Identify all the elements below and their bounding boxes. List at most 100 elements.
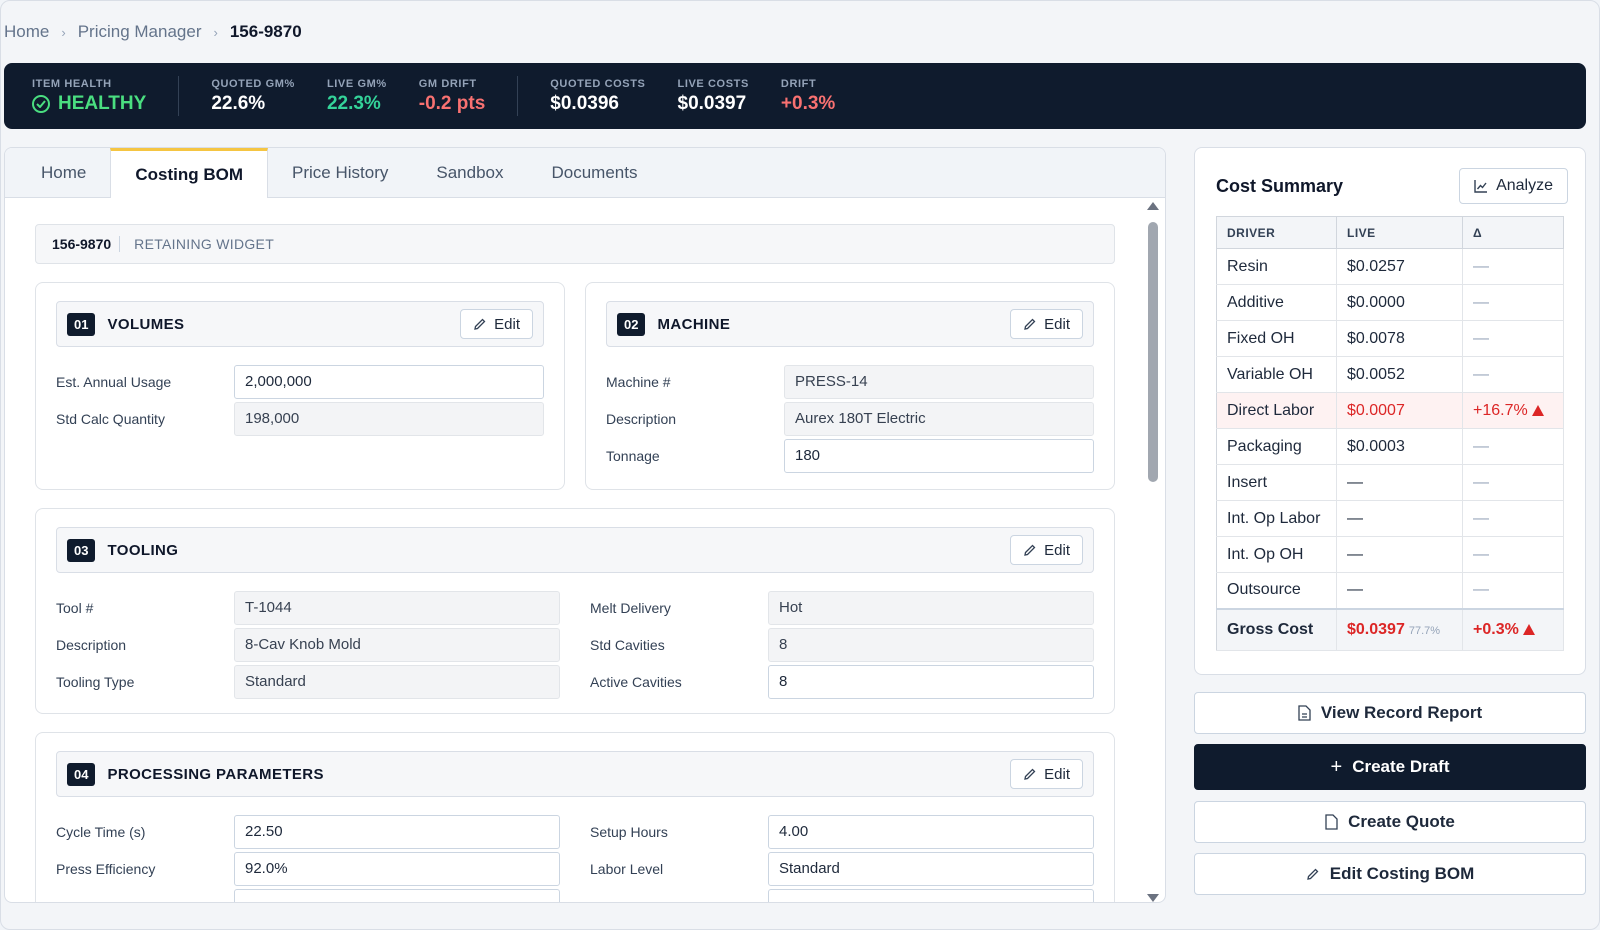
scroll-up-arrow-icon[interactable] — [1147, 202, 1159, 210]
breadcrumb-current: 156-9870 — [229, 22, 302, 41]
melt-delivery-field: Hot — [768, 590, 1094, 625]
driver-cell: Insert — [1216, 464, 1337, 501]
metric-gm-drift: GM DRIFT -0.2 pts — [419, 78, 486, 115]
section-title: MACHINE — [657, 315, 731, 333]
field-label: Description — [606, 410, 677, 427]
metric-label: QUOTED COSTS — [550, 77, 646, 90]
button-label: Edit Costing BOM — [1329, 864, 1475, 883]
item-description: RETAINING WIDGET — [134, 236, 275, 252]
breadcrumb-pricing-manager[interactable]: Pricing Manager — [78, 22, 202, 42]
active-cavities-input[interactable]: 8 — [768, 664, 1094, 699]
next-field-input[interactable] — [768, 888, 1094, 902]
total-delta-value: +0.3% — [1473, 620, 1519, 638]
field-label: Cycle Time (s) — [56, 823, 146, 840]
annual-usage-input[interactable]: 2,000,000 — [234, 364, 544, 399]
metric-label: DRIFT — [780, 77, 817, 90]
next-field-input[interactable] — [234, 888, 560, 902]
press-efficiency-input[interactable]: 92.0% — [234, 851, 560, 886]
tab-costing-bom[interactable]: Costing BOM — [110, 148, 269, 198]
table-row: Insert — — — [1216, 464, 1564, 501]
analyze-label: Analyze — [1496, 177, 1553, 194]
breadcrumb-home[interactable]: Home — [4, 22, 49, 42]
create-quote-button[interactable]: Create Quote — [1194, 801, 1586, 843]
chevron-right-icon: › — [213, 24, 218, 40]
view-record-report-button[interactable]: View Record Report — [1194, 692, 1586, 734]
edit-costing-bom-button[interactable]: Edit Costing BOM — [1194, 853, 1586, 895]
tab-sandbox[interactable]: Sandbox — [412, 149, 527, 197]
driver-cell: Fixed OH — [1216, 320, 1337, 357]
analyze-button[interactable]: Analyze — [1459, 168, 1568, 204]
live-cell: $0.0000 — [1336, 284, 1463, 321]
create-draft-button[interactable]: + Create Draft — [1194, 744, 1586, 790]
metric-value: -0.2 pts — [418, 92, 486, 114]
delta-cell: — — [1462, 284, 1564, 321]
chevron-right-icon: › — [61, 24, 66, 40]
metric-label: QUOTED GM% — [211, 77, 295, 90]
edit-label: Edit — [1044, 315, 1070, 333]
field-label: Est. Annual Usage — [56, 373, 172, 390]
scroll-thumb[interactable] — [1148, 222, 1158, 482]
labor-level-input[interactable]: Standard — [768, 851, 1094, 886]
tab-home[interactable]: Home — [17, 149, 110, 197]
vertical-scrollbar[interactable] — [1147, 202, 1159, 902]
item-header: 156-9870 RETAINING WIDGET — [35, 224, 1115, 264]
std-cavities-field: 8 — [768, 627, 1094, 662]
metric-value: $0.0396 — [550, 92, 619, 114]
scroll-down-arrow-icon[interactable] — [1147, 894, 1159, 902]
item-number: 156-9870 — [52, 236, 121, 252]
health-status: HEALTHY — [32, 93, 146, 115]
table-row: Additive $0.0000 — — [1216, 284, 1564, 321]
setup-hours-input[interactable]: 4.00 — [768, 814, 1094, 849]
button-label: Create Draft — [1352, 757, 1450, 776]
processing-edit-button[interactable]: Edit — [1010, 759, 1083, 789]
section-number-badge: 01 — [67, 312, 96, 336]
total-live-value: $0.0397 — [1347, 620, 1405, 638]
card-header: 03 TOOLING Edit — [56, 527, 1094, 573]
live-cell: — — [1336, 536, 1463, 573]
tab-documents[interactable]: Documents — [528, 149, 662, 197]
document-text-icon — [1298, 705, 1311, 721]
tab-price-history[interactable]: Price History — [268, 149, 412, 197]
delta-cell: — — [1462, 320, 1564, 357]
field-label: Press Efficiency — [56, 860, 156, 877]
machine-edit-button[interactable]: Edit — [1010, 309, 1083, 339]
column-header: Δ — [1462, 216, 1564, 249]
total-percent: 77.7% — [1408, 624, 1441, 637]
field-label: Machine # — [606, 373, 671, 390]
table-row: Packaging $0.0003 — — [1216, 428, 1564, 465]
pencil-icon — [1306, 868, 1319, 880]
processing-card: 04 PROCESSING PARAMETERS Edit Cycle Time… — [35, 732, 1115, 902]
field-label: Labor Level — [590, 860, 664, 877]
tab-bar: Home Costing BOM Price History Sandbox D… — [5, 148, 1165, 198]
tonnage-input[interactable]: 180 — [784, 438, 1094, 473]
delta-cell: — — [1462, 464, 1564, 501]
metric-live-costs: LIVE COSTS $0.0397 — [678, 78, 749, 115]
metric-live-gm: LIVE GM% 22.3% — [327, 78, 387, 115]
live-cell: $0.0257 — [1336, 248, 1463, 285]
driver-cell: Outsource — [1216, 572, 1337, 609]
chart-line-icon — [1474, 180, 1488, 193]
field-label: Melt Delivery — [590, 599, 671, 616]
field-label: Active Cavities — [590, 673, 682, 690]
field-label: Tonnage — [606, 447, 660, 464]
metric-value: 22.6% — [211, 92, 266, 114]
metric-quoted-gm: QUOTED GM% 22.6% — [211, 78, 295, 115]
volumes-edit-button[interactable]: Edit — [460, 309, 533, 339]
driver-cell: Packaging — [1216, 428, 1337, 465]
total-live-cell: $0.0397 77.7% — [1336, 607, 1463, 651]
pencil-icon — [1024, 544, 1036, 556]
table-row: Int. Op Labor — — — [1216, 500, 1564, 537]
field-label: Std Calc Quantity — [56, 410, 165, 427]
delta-cell: +16.7% — [1462, 392, 1564, 429]
section-title: TOOLING — [107, 541, 179, 559]
field-label: Std Cavities — [590, 636, 665, 653]
edit-label: Edit — [494, 315, 520, 333]
pencil-icon — [474, 318, 486, 330]
tooling-edit-button[interactable]: Edit — [1010, 535, 1083, 565]
driver-cell: Resin — [1216, 248, 1337, 285]
main-panel: Home Costing BOM Price History Sandbox D… — [4, 147, 1166, 903]
column-header: LIVE — [1336, 216, 1463, 249]
cycle-time-input[interactable]: 22.50 — [234, 814, 560, 849]
divider — [517, 76, 519, 116]
section-title: VOLUMES — [107, 315, 185, 333]
